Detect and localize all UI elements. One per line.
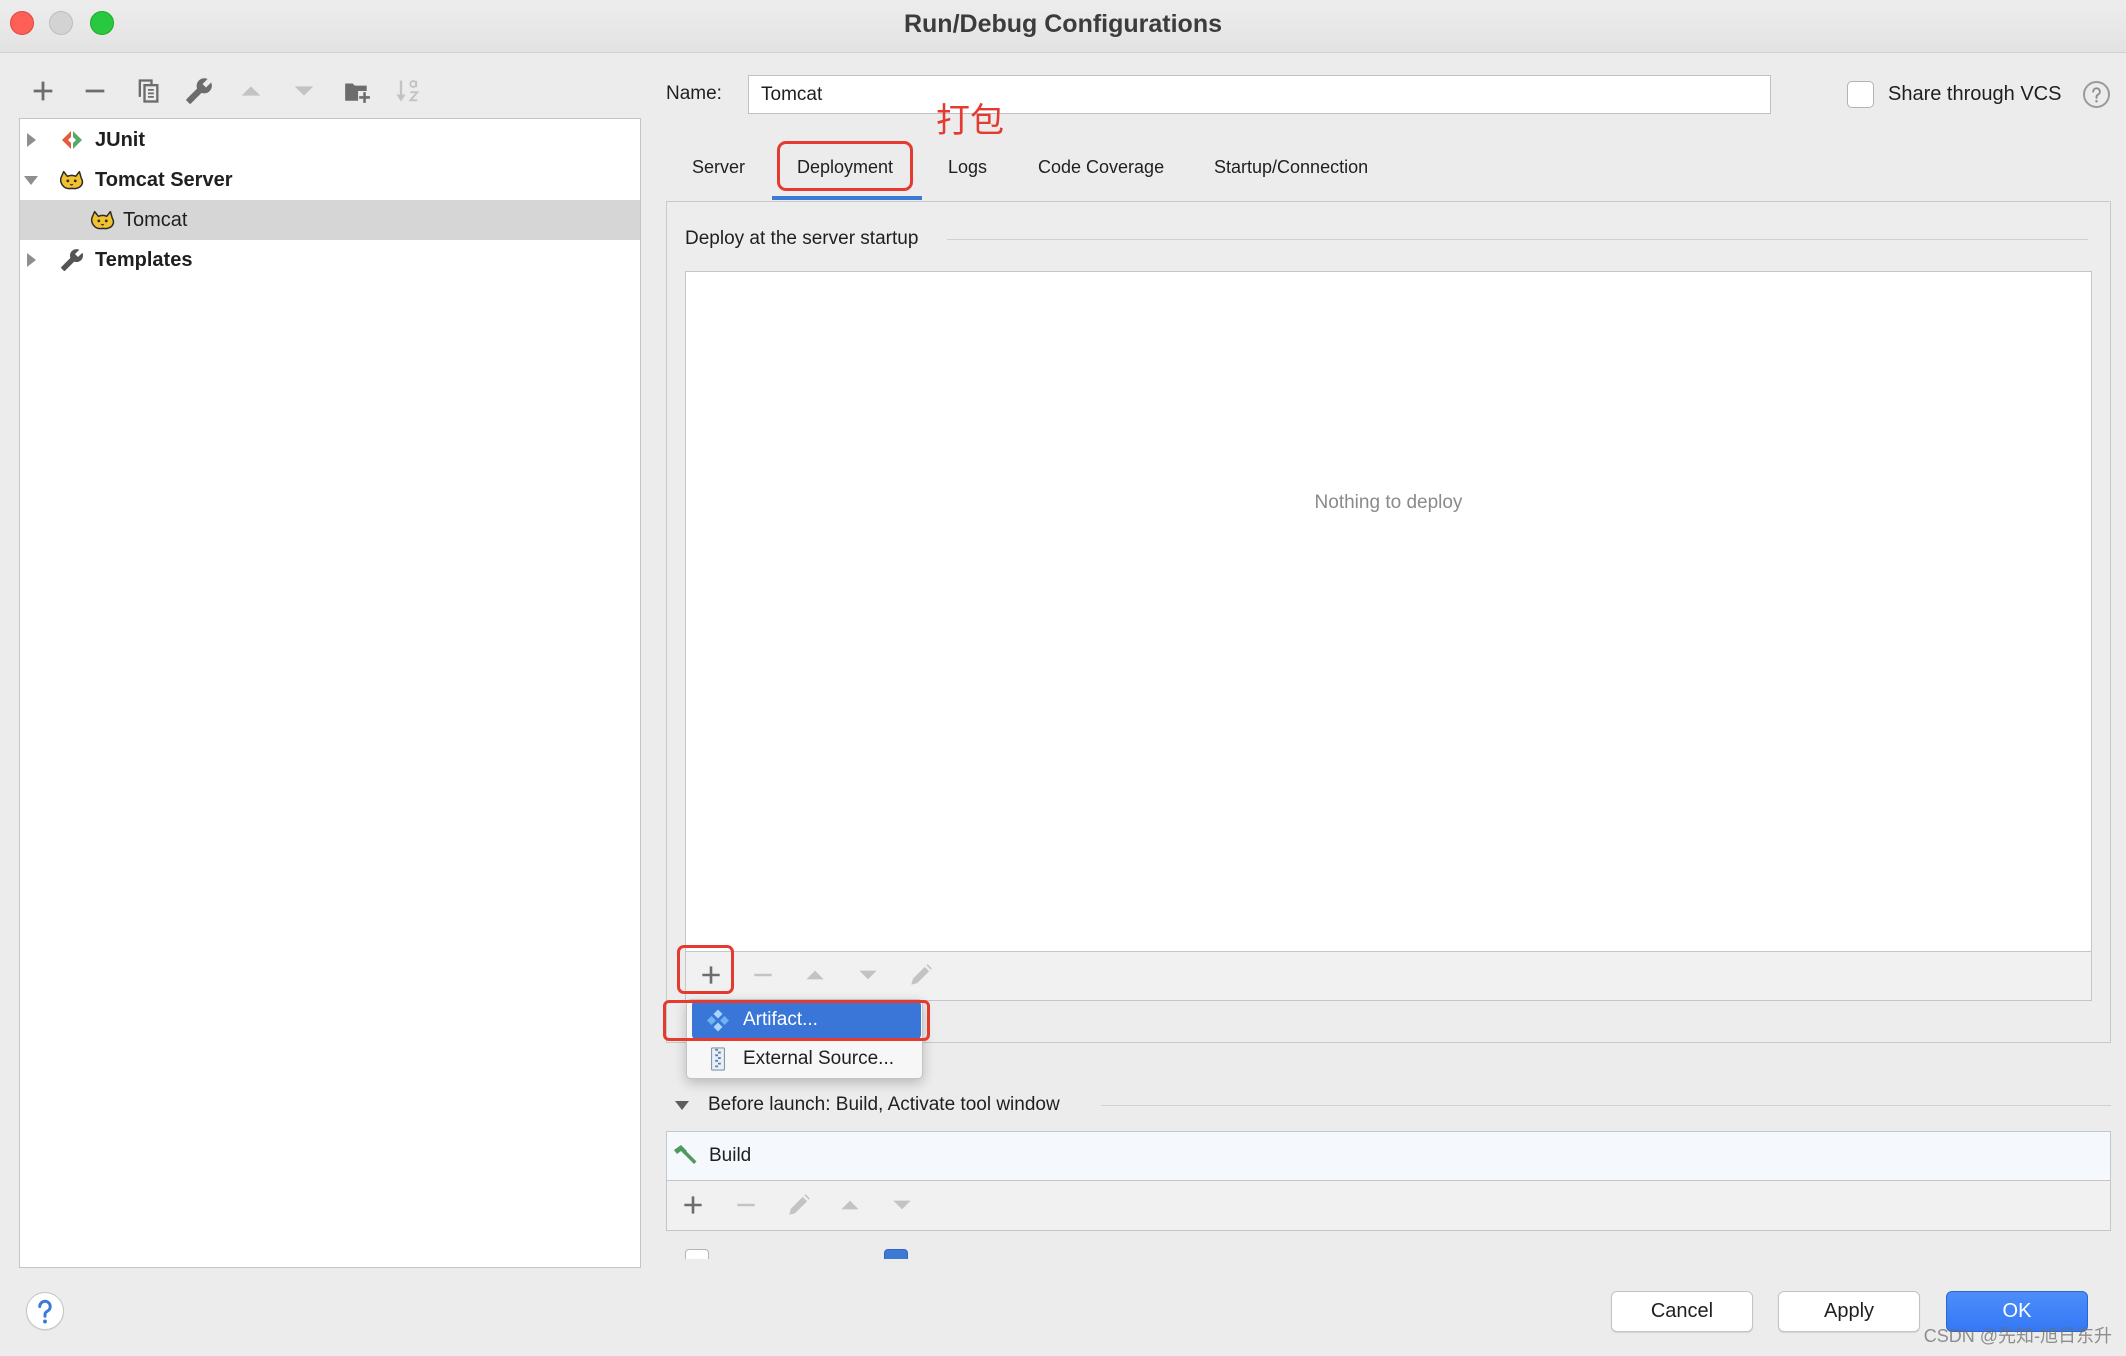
task-label: Build	[709, 1145, 752, 1166]
move-up-icon[interactable]	[837, 1192, 863, 1218]
tab-code-coverage[interactable]: Code Coverage	[1038, 155, 1164, 179]
tab-startup-connection[interactable]: Startup/Connection	[1214, 155, 1368, 179]
menu-item-label: External Source...	[743, 1048, 895, 1069]
tree-item-label: Templates	[95, 249, 193, 271]
tree-item-label: JUnit	[95, 129, 145, 151]
section-separator	[1101, 1105, 2111, 1106]
tree-item-label: Tomcat Server	[95, 169, 233, 191]
cancel-button[interactable]: Cancel	[1611, 1291, 1753, 1332]
title-bar: Run/Debug Configurations	[0, 0, 2126, 53]
tab-logs[interactable]: Logs	[948, 155, 987, 179]
edit-icon[interactable]	[908, 962, 934, 988]
sort-alphabetically-icon[interactable]	[394, 77, 422, 105]
move-down-icon[interactable]	[290, 77, 318, 105]
help-icon[interactable]	[2083, 81, 2110, 108]
window-title: Run/Debug Configurations	[903, 10, 1223, 38]
wrench-icon	[59, 248, 85, 272]
remove-icon[interactable]	[750, 962, 776, 988]
add-icon[interactable]	[680, 1192, 706, 1218]
expand-arrow-icon[interactable]	[23, 252, 39, 268]
tab-server[interactable]: Server	[692, 155, 745, 179]
collapse-arrow-icon[interactable]	[674, 1097, 690, 1113]
expand-arrow-icon[interactable]	[23, 132, 39, 148]
name-label: Name:	[666, 83, 722, 104]
collapse-arrow-icon[interactable]	[23, 172, 39, 188]
remove-icon[interactable]	[733, 1192, 759, 1218]
move-up-icon[interactable]	[802, 962, 828, 988]
edit-icon[interactable]	[786, 1192, 812, 1218]
tree-item-tomcat-server[interactable]: Tomcat Server	[20, 160, 640, 200]
section-title: Deploy at the server startup	[685, 228, 919, 249]
annotation-text: 打包	[936, 102, 1004, 140]
tree-item-templates[interactable]: Templates	[20, 240, 640, 280]
watermark: CSDN @先知-旭日东升	[1923, 1326, 2112, 1346]
before-launch-title[interactable]: Before launch: Build, Activate tool wind…	[708, 1093, 1060, 1117]
help-button[interactable]	[26, 1292, 64, 1330]
deploy-list-toolbar	[685, 951, 2092, 1001]
move-up-icon[interactable]	[237, 77, 265, 105]
annotation-highlight-box	[677, 945, 734, 994]
before-launch-toolbar	[666, 1180, 2111, 1231]
junit-icon	[59, 128, 85, 152]
section-separator	[947, 239, 2088, 240]
empty-list-text: Nothing to deploy	[1314, 492, 1463, 513]
annotation-highlight-box	[777, 141, 913, 191]
option-checkbox-checked[interactable]	[884, 1249, 908, 1259]
task-row-build[interactable]: Build	[667, 1132, 2110, 1180]
copy-icon[interactable]	[134, 77, 162, 105]
add-icon[interactable]	[29, 77, 57, 105]
apply-button[interactable]: Apply	[1778, 1291, 1920, 1332]
share-vcs-label: Share through VCS	[1888, 83, 2062, 105]
tomcat-icon	[59, 168, 85, 192]
remove-icon[interactable]	[81, 77, 109, 105]
name-input[interactable]	[748, 75, 1771, 114]
configuration-tree: JUnit Tomcat Server Tomcat Templates	[19, 118, 641, 1268]
move-down-icon[interactable]	[855, 962, 881, 988]
annotation-highlight-box	[663, 1000, 930, 1041]
active-tab-indicator	[772, 196, 922, 200]
deploy-list[interactable]	[685, 271, 2092, 952]
wrench-icon[interactable]	[185, 77, 213, 105]
share-vcs-checkbox[interactable]	[1847, 81, 1874, 108]
tree-item-junit[interactable]: JUnit	[20, 120, 640, 160]
tomcat-icon	[90, 208, 116, 232]
option-checkbox[interactable]	[685, 1249, 709, 1259]
move-down-icon[interactable]	[889, 1192, 915, 1218]
tree-item-label: Tomcat	[123, 209, 188, 231]
build-icon	[672, 1143, 698, 1169]
options-scroll-area	[666, 1240, 2111, 1259]
external-source-icon	[706, 1047, 730, 1071]
tree-item-tomcat[interactable]: Tomcat	[20, 200, 640, 240]
menu-item-external-source[interactable]: External Source...	[692, 1040, 921, 1078]
new-folder-icon[interactable]	[343, 77, 371, 105]
